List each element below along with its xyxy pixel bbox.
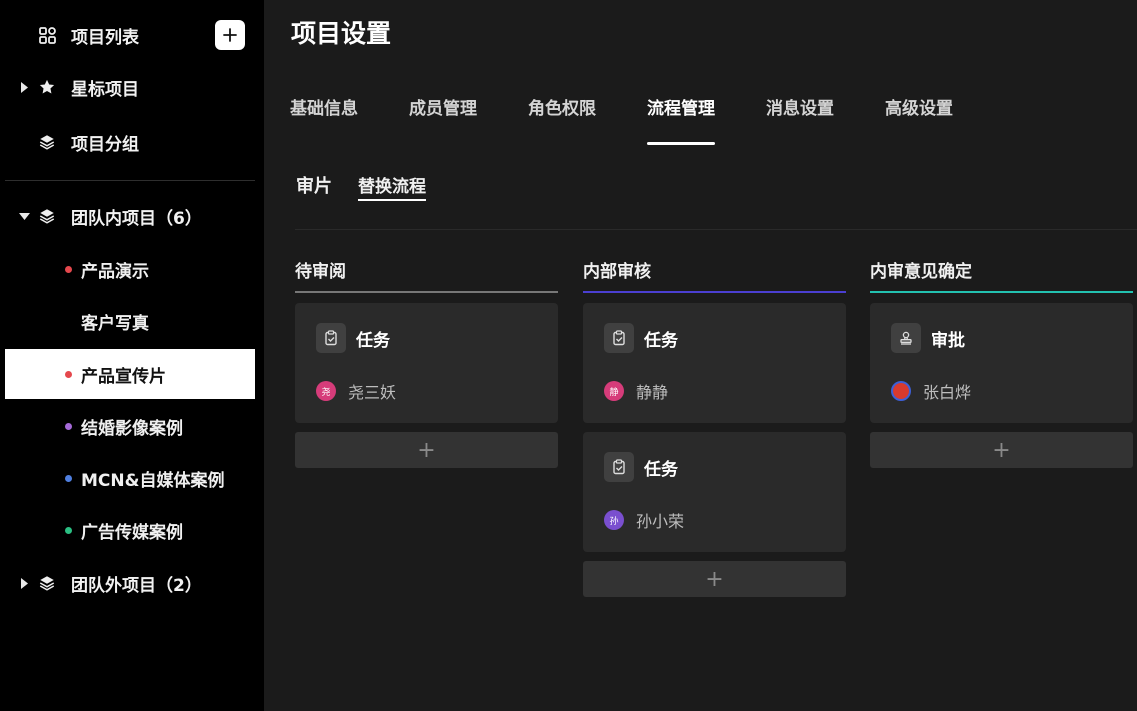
column-title: 内审意见确定 (870, 262, 972, 282)
column-title: 内部审核 (583, 262, 651, 282)
plus-icon: + (417, 437, 436, 463)
add-step-button[interactable]: + (295, 432, 558, 468)
avatar: 孙 (604, 510, 624, 530)
settings-tabs: 基础信息 成员管理 角色权限 流程管理 消息设置 高级设置 (290, 94, 1004, 145)
avatar (891, 381, 911, 401)
layers-icon (35, 204, 59, 228)
workflow-column-pending: 待审阅 任务 尧 尧三妖 + (295, 255, 558, 468)
sidebar-item-starred[interactable]: 星标项目 (5, 65, 255, 109)
content-divider (295, 229, 1137, 230)
sidebar-item-label: 团队外项目（2） (71, 575, 202, 596)
add-step-button[interactable]: + (870, 432, 1133, 468)
workflow-column-confirm: 内审意见确定 审批 张白烨 + (870, 255, 1133, 468)
assignee-name: 张白烨 (923, 383, 972, 402)
sidebar-divider (5, 180, 255, 181)
sidebar-item-team-inside[interactable]: 团队内项目（6） (5, 194, 255, 238)
clipboard-check-icon (604, 323, 634, 353)
plus-icon (223, 28, 237, 42)
card-type-label: 任务 (356, 330, 390, 351)
plus-icon: + (992, 437, 1011, 463)
assignee-name: 静静 (636, 383, 669, 402)
sidebar-subitem-label: 产品演示 (81, 261, 149, 282)
workflow-card[interactable]: 任务 尧 尧三妖 (295, 303, 558, 423)
sidebar-item-label: 团队内项目（6） (71, 208, 202, 229)
sidebar-item-label: 项目列表 (71, 27, 139, 48)
sidebar-item-label: 项目分组 (71, 134, 139, 155)
tab-workflow[interactable]: 流程管理 (647, 94, 715, 145)
card-type-label: 任务 (644, 330, 678, 351)
add-step-button[interactable]: + (583, 561, 846, 597)
sidebar-subitem[interactable]: 客户写真 (5, 296, 255, 346)
sidebar-subitem-label: 广告传媒案例 (81, 522, 183, 543)
workflow-card[interactable]: 审批 张白烨 (870, 303, 1133, 423)
column-accent-line (583, 291, 846, 293)
sidebar-subitem[interactable]: 广告传媒案例 (5, 505, 255, 555)
tab-basic-info[interactable]: 基础信息 (290, 94, 358, 144)
color-dot (65, 318, 72, 325)
chevron-right-icon[interactable] (13, 577, 35, 589)
layers-icon (35, 130, 59, 154)
chevron-right-icon[interactable] (13, 81, 35, 93)
sidebar-subitem-label: MCN&自媒体案例 (81, 470, 225, 491)
assignee-name: 尧三妖 (348, 383, 397, 402)
sidebar-item-groups[interactable]: 项目分组 (5, 120, 255, 164)
star-icon (35, 75, 59, 99)
plus-icon: + (705, 566, 724, 592)
grid-icon (35, 23, 59, 47)
chevron-down-icon[interactable] (13, 212, 35, 220)
sidebar-subitem[interactable]: MCN&自媒体案例 (5, 453, 255, 503)
sidebar-subitem-label: 产品宣传片 (81, 366, 166, 387)
avatar: 静 (604, 381, 624, 401)
main-panel: 项目设置 基础信息 成员管理 角色权限 流程管理 消息设置 高级设置 审片 替换… (264, 0, 1137, 711)
sidebar-subitem[interactable]: 结婚影像案例 (5, 401, 255, 451)
clipboard-check-icon (604, 452, 634, 482)
tab-notifications[interactable]: 消息设置 (766, 94, 834, 144)
subtab-review[interactable]: 审片 (296, 172, 332, 201)
sidebar-subitem-label: 结婚影像案例 (81, 418, 183, 439)
sidebar-item-label: 星标项目 (71, 79, 139, 100)
tab-roles[interactable]: 角色权限 (528, 94, 596, 144)
color-dot (65, 526, 72, 534)
layers-icon (35, 571, 59, 595)
color-dot (65, 474, 72, 482)
color-dot (65, 422, 72, 430)
column-accent-line (870, 291, 1133, 293)
avatar: 尧 (316, 381, 336, 401)
card-type-label: 任务 (644, 459, 678, 480)
sidebar: 项目列表 星标项目 项目分组 团队内项目（6） 产品演示 客户写真 产品宣传片 … (0, 0, 264, 711)
workflow-subtabs: 审片 替换流程 (296, 172, 452, 201)
column-title: 待审阅 (295, 262, 346, 282)
app-root: 项目列表 星标项目 项目分组 团队内项目（6） 产品演示 客户写真 产品宣传片 … (0, 0, 1137, 711)
stamp-icon (891, 323, 921, 353)
sidebar-subitem-label: 客户写真 (81, 313, 149, 334)
sidebar-subitem[interactable]: 产品演示 (5, 244, 255, 294)
add-project-button[interactable] (215, 20, 245, 50)
assignee-name: 孙小荣 (636, 512, 685, 531)
page-title: 项目设置 (291, 19, 392, 48)
tab-advanced[interactable]: 高级设置 (885, 94, 953, 144)
workflow-column-internal-review: 内部审核 任务 静 静静 任务 孙 孙小荣 + (583, 255, 846, 597)
workflow-card[interactable]: 任务 孙 孙小荣 (583, 432, 846, 552)
color-dot (65, 370, 72, 378)
color-dot (65, 265, 72, 273)
workflow-card[interactable]: 任务 静 静静 (583, 303, 846, 423)
clipboard-check-icon (316, 323, 346, 353)
column-accent-line (295, 291, 558, 293)
card-type-label: 审批 (931, 330, 965, 351)
sidebar-item-team-outside[interactable]: 团队外项目（2） (5, 561, 255, 605)
subtab-replace-flow[interactable]: 替换流程 (358, 172, 426, 201)
sidebar-subitem-active[interactable]: 产品宣传片 (5, 349, 255, 399)
tab-members[interactable]: 成员管理 (409, 94, 477, 144)
